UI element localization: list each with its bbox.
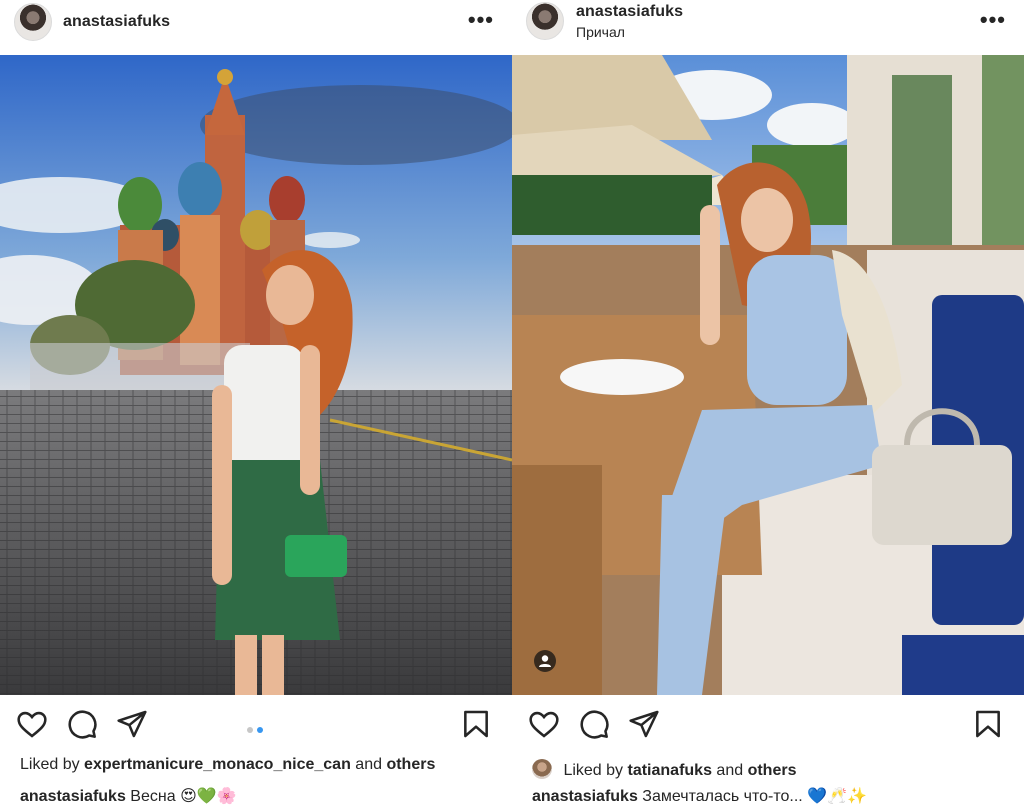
- liked-by-user[interactable]: expertmanicure_monaco_nice_can: [84, 756, 351, 773]
- carousel-indicator: [245, 720, 265, 738]
- bookmark-icon[interactable]: [972, 708, 1004, 740]
- liked-by-line[interactable]: Liked by tatianafuks and others: [532, 759, 796, 780]
- post-username[interactable]: anastasiafuks: [576, 3, 683, 21]
- post-location[interactable]: Причал: [576, 24, 625, 40]
- liked-and: and: [355, 756, 382, 773]
- liked-by-user[interactable]: tatianafuks: [628, 762, 712, 779]
- share-icon[interactable]: [116, 708, 148, 740]
- caption-line: anastasiafuks Замечталась что-то... 💙🥂✨: [532, 786, 867, 805]
- avatar[interactable]: [526, 2, 564, 40]
- liked-prefix: Liked by: [563, 762, 624, 779]
- caption-username[interactable]: anastasiafuks: [532, 788, 638, 805]
- more-options-icon[interactable]: •••: [468, 9, 494, 31]
- post-card: anastasiafuks ••• Liked by expertmanicur…: [0, 0, 512, 805]
- heart-icon[interactable]: [528, 708, 560, 740]
- post-header: anastasiafuks •••: [0, 0, 512, 54]
- liked-and: and: [716, 762, 744, 779]
- post-photo-cafe: [512, 55, 1024, 695]
- carousel-dot: [247, 727, 253, 733]
- liked-by-line[interactable]: Liked by expertmanicure_monaco_nice_can …: [20, 756, 435, 774]
- post-header: anastasiafuks Причал •••: [512, 0, 1024, 54]
- liked-others[interactable]: others: [386, 756, 435, 773]
- liked-by-avatar[interactable]: [532, 759, 552, 779]
- comment-icon[interactable]: [578, 708, 610, 740]
- caption-emoji: 💙🥂✨: [807, 786, 867, 805]
- liked-others[interactable]: others: [748, 762, 797, 779]
- caption-username[interactable]: anastasiafuks: [20, 788, 126, 805]
- post-actions: [0, 700, 512, 746]
- caption-line: anastasiafuks Весна 😍💚🌸: [20, 786, 237, 805]
- heart-icon[interactable]: [16, 708, 48, 740]
- caption-emoji: 😍💚🌸: [180, 786, 237, 805]
- user-tag-icon[interactable]: [534, 650, 556, 672]
- post-card: anastasiafuks Причал ••• Liked by tatian…: [512, 0, 1024, 805]
- post-actions: [512, 700, 1024, 746]
- liked-prefix: Liked by: [20, 756, 80, 773]
- post-username[interactable]: anastasiafuks: [63, 13, 170, 31]
- avatar[interactable]: [14, 3, 52, 41]
- carousel-dot-active: [257, 727, 263, 733]
- post-photo-red-square: [0, 55, 512, 695]
- share-icon[interactable]: [628, 708, 660, 740]
- post-image[interactable]: [512, 55, 1024, 695]
- bookmark-icon[interactable]: [460, 708, 492, 740]
- caption-text: Замечталась что-то...: [642, 788, 803, 805]
- post-image[interactable]: [0, 55, 512, 695]
- more-options-icon[interactable]: •••: [980, 9, 1006, 31]
- comment-icon[interactable]: [66, 708, 98, 740]
- caption-text: Весна: [130, 788, 176, 805]
